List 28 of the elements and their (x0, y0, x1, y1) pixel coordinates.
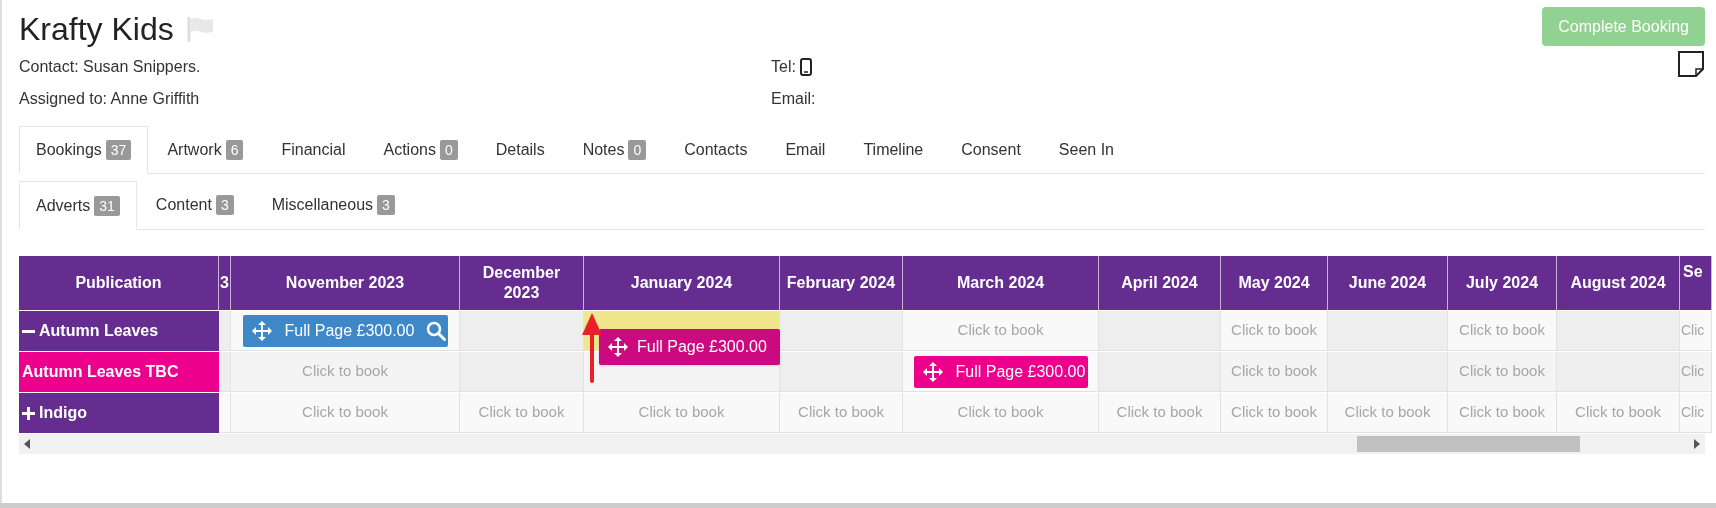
count-badge: 0 (439, 139, 458, 160)
booking-label: Full Page £300.00 (284, 320, 415, 341)
column-header: December 2023 (460, 256, 584, 310)
booking-label: Full Page £300.00 (955, 361, 1086, 382)
count-badge: 3 (377, 195, 395, 215)
booking-label: Full Page £300.00 (637, 337, 767, 357)
column-header: May 2024 (1221, 256, 1328, 310)
count-badge: 37 (105, 140, 132, 160)
tel-label: Tel: (771, 57, 796, 77)
count-badge: 0 (628, 139, 647, 160)
email-label: Email: (771, 89, 817, 109)
column-header: February 2024 (780, 256, 903, 310)
column-header: July 2024 (1448, 256, 1557, 310)
column-header: April 2024 (1099, 256, 1221, 310)
count-badge: 31 (94, 195, 120, 216)
contact-text: Contact: Susan Snippers. (19, 57, 202, 77)
page-title: Krafty Kids (19, 10, 174, 48)
column-header: 3 (219, 256, 231, 310)
column-header: August 2024 (1557, 256, 1680, 310)
column-header: March 2024 (903, 256, 1099, 310)
count-badge: 3 (215, 195, 234, 215)
column-header: November 2023 (231, 256, 460, 310)
assigned-text: Assigned to: Anne Griffith (19, 89, 201, 109)
column-header: January 2024 (584, 256, 780, 310)
count-badge: 6 (225, 139, 244, 160)
column-header: Se (1680, 256, 1712, 310)
column-header: June 2024 (1328, 256, 1448, 310)
column-header: Publication (19, 256, 219, 310)
